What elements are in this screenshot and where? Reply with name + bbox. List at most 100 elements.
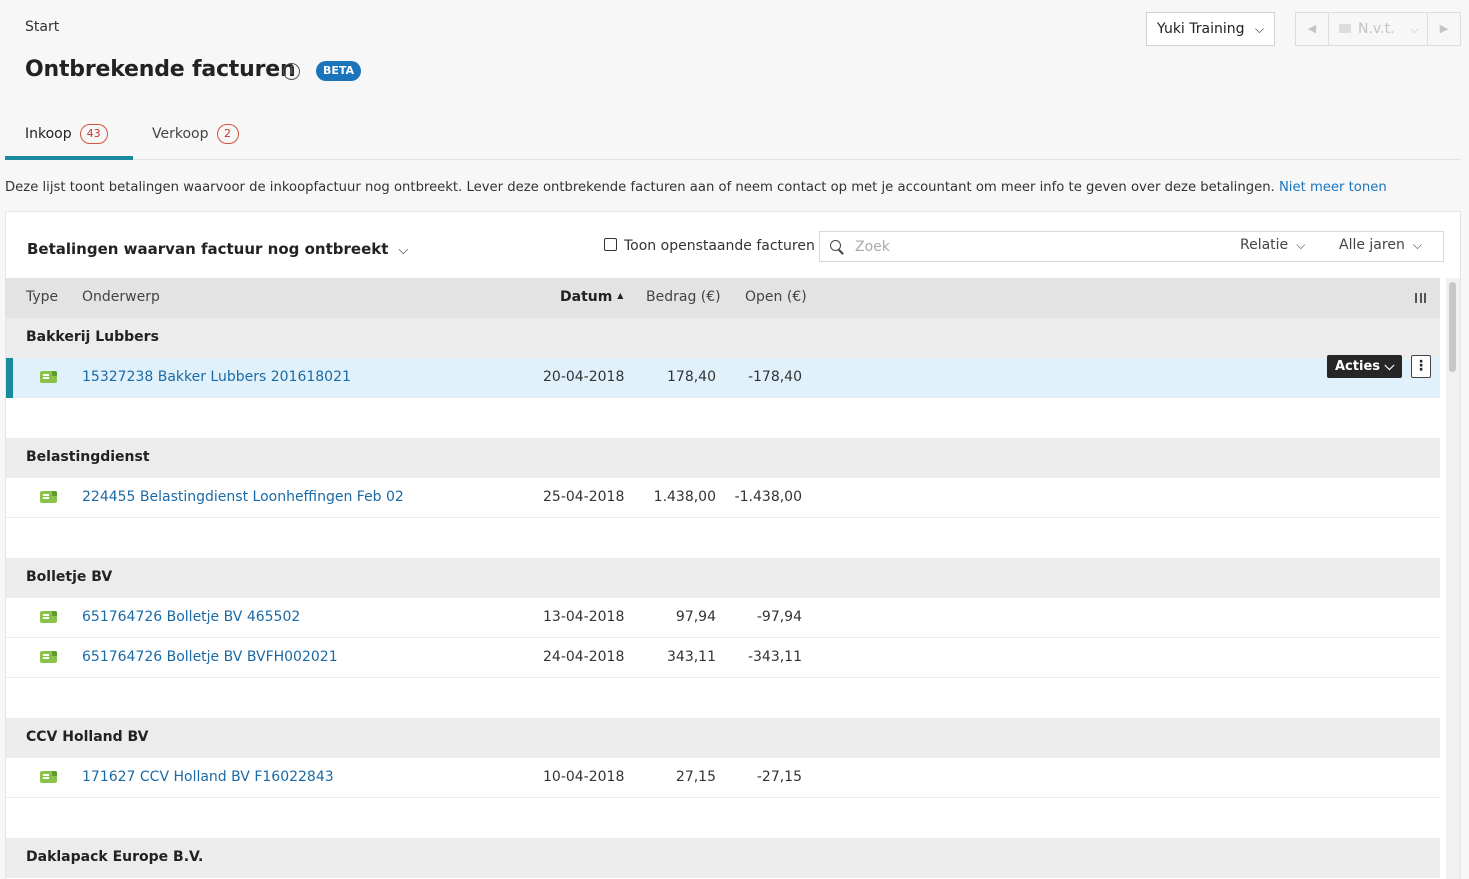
group-header: Belastingdienst	[6, 438, 1440, 478]
chevron-right-icon: ▶	[1439, 22, 1449, 35]
subject-link[interactable]: 171627 CCV Holland BV F16022843	[82, 769, 334, 785]
chevron-down-icon: ⌵	[1254, 22, 1264, 36]
chevron-down-icon: ⌵	[1384, 359, 1395, 374]
open-cell: -178,40	[747, 369, 802, 385]
acties-button[interactable]: Acties ⌵	[1327, 355, 1403, 378]
group-spacer	[6, 398, 1440, 438]
payment-document-icon	[40, 611, 57, 623]
group-header: Bolletje BV	[6, 558, 1440, 598]
column-subject[interactable]: Onderwerp	[82, 289, 160, 305]
table-row[interactable]: 171627 CCV Holland BV F16022843 10-04-20…	[6, 758, 1440, 798]
info-icon[interactable]: i	[283, 63, 300, 80]
open-cell: -97,94	[756, 609, 802, 625]
search-icon	[830, 240, 841, 251]
table-row[interactable]: 651764726 Bolletje BV BVFH002021 24-04-2…	[6, 638, 1440, 678]
tab-bar: Inkoop 43 Verkoop 2	[5, 112, 1461, 160]
payment-document-icon	[40, 771, 57, 783]
checkbox[interactable]	[604, 238, 617, 251]
tab-label: Inkoop	[25, 126, 72, 142]
column-type[interactable]: Type	[26, 289, 58, 305]
scrollbar-thumb[interactable]	[1449, 282, 1456, 372]
missing-invoices-panel: Betalingen waarvan factuur nog ontbreekt…	[5, 211, 1461, 879]
date-cell: 25-04-2018	[543, 489, 625, 505]
tab-verkoop[interactable]: Verkoop 2	[152, 112, 239, 160]
sort-ascending-icon: ▲	[617, 291, 624, 300]
view-select[interactable]: Betalingen waarvan factuur nog ontbreekt…	[27, 240, 408, 258]
chevron-down-icon: ⌵	[1296, 238, 1306, 252]
amount-cell: 27,15	[675, 769, 716, 785]
period-navigator: ◀ N.v.t. ⌵ ▶	[1295, 12, 1461, 46]
group-name: Bolletje BV	[26, 569, 113, 585]
amount-cell: 178,40	[667, 369, 716, 385]
subject-link[interactable]: 651764726 Bolletje BV BVFH002021	[82, 649, 338, 665]
tab-inkoop[interactable]: Inkoop 43	[5, 112, 133, 160]
scrollbar[interactable]	[1446, 278, 1460, 879]
notice-text: Deze lijst toont betalingen waarvoor de …	[5, 180, 1279, 195]
acties-label: Acties	[1335, 359, 1380, 374]
flag-icon	[1339, 24, 1351, 33]
beta-badge: BETA	[316, 61, 362, 81]
table-row[interactable]: 651764726 Bolletje BV 465502 13-04-2018 …	[6, 598, 1440, 638]
column-date[interactable]: Datum ▲	[560, 289, 623, 305]
subject-link[interactable]: 15327238 Bakker Lubbers 201618021	[82, 369, 351, 385]
tab-label: Verkoop	[152, 126, 209, 142]
date-cell: 20-04-2018	[543, 369, 625, 385]
toggle-label: Toon openstaande facturen	[624, 238, 815, 254]
company-select[interactable]: Yuki Training ⌵	[1146, 12, 1275, 46]
filter-label: Relatie	[1240, 237, 1289, 253]
more-options-icon[interactable]: ⋮	[1411, 355, 1431, 378]
show-open-invoices-toggle[interactable]: Toon openstaande facturen	[604, 238, 815, 254]
filter-label: Alle jaren	[1339, 237, 1405, 253]
group-spacer	[6, 678, 1440, 718]
subject-link[interactable]: 224455 Belastingdienst Loonheffingen Feb…	[82, 489, 404, 505]
table-row[interactable]: 15327238 Bakker Lubbers 201618021 20-04-…	[6, 355, 1440, 398]
panel-title: Betalingen waarvan factuur nog ontbreekt	[27, 240, 389, 258]
column-date-label: Datum	[560, 289, 613, 305]
subject-link[interactable]: 651764726 Bolletje BV 465502	[82, 609, 300, 625]
chevron-left-icon: ◀	[1307, 22, 1317, 35]
count-badge: 43	[79, 124, 108, 144]
open-cell: -27,15	[756, 769, 802, 785]
group-spacer	[6, 518, 1440, 558]
group-header: CCV Holland BV	[6, 718, 1440, 758]
group-name: Belastingdienst	[26, 449, 150, 465]
open-cell: -1.438,00	[734, 489, 802, 505]
page-title: Ontbrekende facturen	[25, 57, 296, 82]
period-label: N.v.t.	[1358, 21, 1395, 37]
group-header: Daklapack Europe B.V.	[6, 838, 1440, 878]
date-cell: 24-04-2018	[543, 649, 625, 665]
relatie-filter[interactable]: Relatie ⌵	[1240, 237, 1305, 253]
year-filter[interactable]: Alle jaren ⌵	[1339, 237, 1422, 253]
selection-indicator	[6, 358, 13, 398]
group-header: Bakkerij Lubbers	[6, 318, 1440, 358]
group-name: Bakkerij Lubbers	[26, 329, 159, 345]
payment-document-icon	[40, 371, 57, 383]
table-header: Type Onderwerp Datum ▲ Bedrag (€) Open (…	[6, 278, 1440, 318]
breadcrumb[interactable]: Start	[25, 19, 59, 35]
next-period-button[interactable]: ▶	[1427, 13, 1460, 45]
group-name: CCV Holland BV	[26, 729, 149, 745]
table-row[interactable]: 224455 Belastingdienst Loonheffingen Feb…	[6, 478, 1440, 518]
amount-cell: 1.438,00	[653, 489, 716, 505]
company-select-label: Yuki Training	[1157, 21, 1245, 37]
chevron-down-icon: ⌵	[1412, 238, 1422, 252]
search-bar: Relatie ⌵ Alle jaren ⌵	[819, 231, 1444, 262]
column-open[interactable]: Open (€)	[745, 289, 807, 305]
amount-cell: 97,94	[675, 609, 716, 625]
open-cell: -343,11	[747, 649, 802, 665]
amount-cell: 343,11	[667, 649, 716, 665]
payment-document-icon	[40, 491, 57, 503]
info-notice: Deze lijst toont betalingen waarvoor de …	[5, 180, 1387, 195]
previous-period-button[interactable]: ◀	[1296, 13, 1329, 45]
chevron-down-icon: ⌵	[1409, 22, 1419, 36]
dismiss-notice-link[interactable]: Niet meer tonen	[1279, 180, 1387, 195]
period-select[interactable]: N.v.t. ⌵	[1329, 13, 1427, 45]
column-amount[interactable]: Bedrag (€)	[646, 289, 721, 305]
count-badge: 2	[216, 124, 239, 144]
search-input[interactable]	[855, 237, 1215, 257]
date-cell: 10-04-2018	[543, 769, 625, 785]
group-name: Daklapack Europe B.V.	[26, 849, 204, 865]
columns-icon[interactable]	[1415, 293, 1426, 303]
chevron-down-icon: ⌵	[398, 243, 409, 258]
date-cell: 13-04-2018	[543, 609, 625, 625]
